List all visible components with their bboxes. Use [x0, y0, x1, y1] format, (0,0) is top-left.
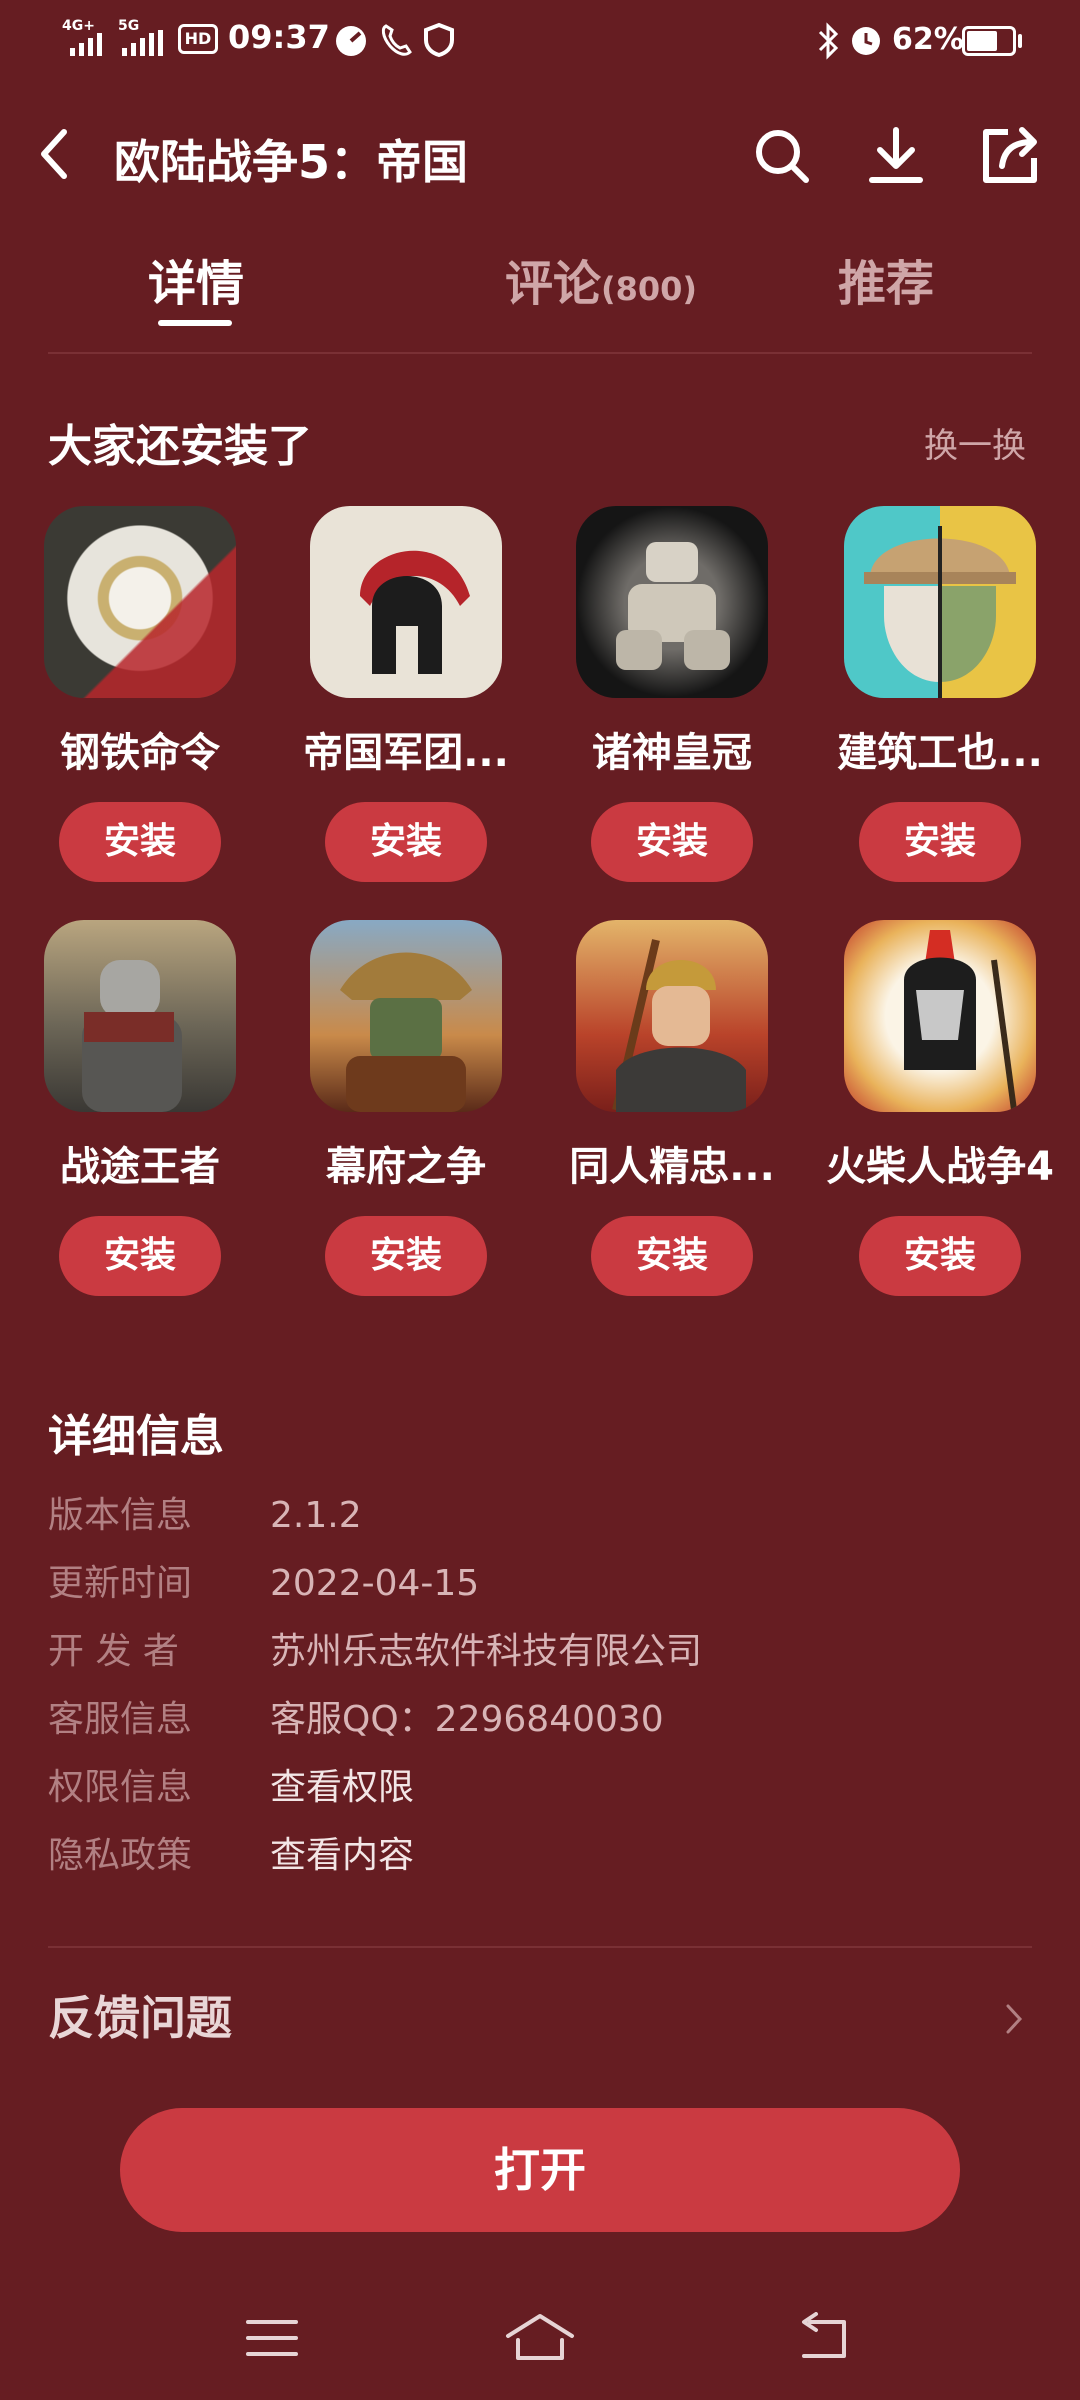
hd-voice-icon: HD [178, 24, 218, 54]
info-row-update-time: 更新时间 2022-04-15 [48, 1554, 1048, 1622]
download-icon[interactable] [866, 124, 926, 188]
info-row-developer: 开 发 者 苏州乐志软件科技有限公司 [48, 1622, 1048, 1690]
details-title: 详细信息 [48, 1411, 224, 1462]
app-card[interactable]: 幕府之争 安装 [272, 920, 540, 1296]
clock: 09:37 [228, 18, 330, 56]
tabs-divider [48, 352, 1032, 354]
call-icon [381, 24, 412, 56]
tab-reviews-label: 评论 [504, 256, 601, 312]
app-name: 钢铁命令 [60, 730, 220, 776]
feedback-row[interactable]: 反馈问题 [48, 1982, 1032, 2052]
home-icon[interactable] [504, 2310, 576, 2364]
feedback-label: 反馈问题 [48, 1991, 232, 2045]
app-name: 火柴人战争4 [826, 1144, 1054, 1190]
menu-icon[interactable] [244, 2316, 300, 2360]
tab-recommend-label: 推荐 [837, 256, 934, 312]
tab-reviews-count: (800) [600, 270, 698, 308]
tab-active-indicator [158, 320, 232, 326]
app-card[interactable]: 火柴人战争4 安装 [806, 920, 1074, 1296]
builder-zombie-icon[interactable] [844, 506, 1036, 698]
install-button[interactable]: 安装 [59, 1216, 221, 1296]
crown-of-gods-icon[interactable] [576, 506, 768, 698]
info-row-version: 版本信息 2.1.2 [48, 1486, 1048, 1554]
tab-recommend[interactable]: 推荐 [788, 244, 984, 314]
tab-details-label: 详情 [147, 256, 244, 312]
install-button[interactable]: 安装 [859, 1216, 1021, 1296]
app-name: 建筑工也... [837, 730, 1043, 776]
speed-icon [336, 26, 366, 56]
share-icon[interactable] [980, 124, 1042, 186]
info-label: 客服信息 [48, 1699, 193, 1740]
app-name: 幕府之争 [326, 1144, 486, 1190]
install-button[interactable]: 安装 [591, 1216, 753, 1296]
info-value: 2.1.2 [270, 1495, 362, 1536]
info-label: 更新时间 [48, 1563, 193, 1604]
install-button[interactable]: 安装 [325, 1216, 487, 1296]
alarm-icon [852, 27, 880, 55]
road-king-icon[interactable] [44, 920, 236, 1112]
app-card[interactable]: 同人精忠... 安装 [538, 920, 806, 1296]
install-button[interactable]: 安装 [859, 802, 1021, 882]
empire-legion-icon[interactable] [310, 506, 502, 698]
signal-icon [70, 33, 102, 56]
open-button[interactable]: 打开 [120, 2108, 960, 2232]
app-name: 同人精忠... [569, 1144, 775, 1190]
info-label: 开 发 者 [48, 1631, 179, 1672]
app-name: 帝国军团... [303, 730, 509, 776]
info-row-permissions: 权限信息 查看权限 [48, 1758, 1048, 1826]
install-button[interactable]: 安装 [325, 802, 487, 882]
app-card[interactable]: 帝国军团... 安装 [272, 506, 540, 882]
view-permissions-link[interactable]: 查看权限 [270, 1758, 414, 1810]
info-row-privacy: 隐私政策 查看内容 [48, 1826, 1048, 1894]
loyal-general-icon[interactable] [576, 920, 768, 1112]
install-button[interactable]: 安装 [59, 802, 221, 882]
feedback-divider [48, 1946, 1032, 1948]
app-card[interactable]: 诸神皇冠 安装 [538, 506, 806, 882]
app-name: 战途王者 [60, 1144, 220, 1190]
info-row-support: 客服信息 客服QQ：2296840030 [48, 1690, 1048, 1758]
info-value: 客服QQ：2296840030 [270, 1699, 664, 1740]
info-label: 权限信息 [48, 1767, 193, 1808]
refresh-button[interactable]: 换一换 [924, 418, 1026, 467]
battery-percent: 62% [892, 22, 964, 57]
signal-icon-2 [122, 30, 163, 56]
info-value: 苏州乐志软件科技有限公司 [270, 1631, 703, 1672]
back-icon[interactable] [34, 126, 74, 182]
view-privacy-link[interactable]: 查看内容 [270, 1826, 414, 1878]
bluetooth-icon [818, 22, 839, 60]
chevron-right-icon [1006, 2004, 1023, 2034]
stick-war-icon[interactable] [844, 920, 1036, 1112]
app-card[interactable]: 战途王者 安装 [6, 920, 274, 1296]
shield-icon [424, 22, 454, 58]
install-button[interactable]: 安装 [591, 802, 753, 882]
app-name: 诸神皇冠 [592, 730, 752, 776]
back-nav-icon[interactable] [796, 2312, 852, 2362]
tab-reviews[interactable]: 评论(800) [436, 244, 766, 314]
app-card[interactable]: 钢铁命令 安装 [6, 506, 274, 882]
iron-command-icon[interactable] [44, 506, 236, 698]
info-value: 2022-04-15 [270, 1563, 480, 1604]
info-label: 版本信息 [48, 1495, 193, 1536]
battery-icon [962, 26, 1016, 56]
also-installed-title: 大家还安装了 [48, 421, 312, 472]
app-card[interactable]: 建筑工也... 安装 [806, 506, 1074, 882]
search-icon[interactable] [752, 126, 812, 186]
tab-details[interactable]: 详情 [98, 244, 294, 314]
status-bar: 4G+ 5G HD 09:37 62% [0, 0, 1080, 80]
page-title: 欧陆战争5：帝国 [114, 135, 469, 189]
shogunate-icon[interactable] [310, 920, 502, 1112]
info-label: 隐私政策 [48, 1835, 193, 1876]
battery-tip [1018, 34, 1022, 48]
